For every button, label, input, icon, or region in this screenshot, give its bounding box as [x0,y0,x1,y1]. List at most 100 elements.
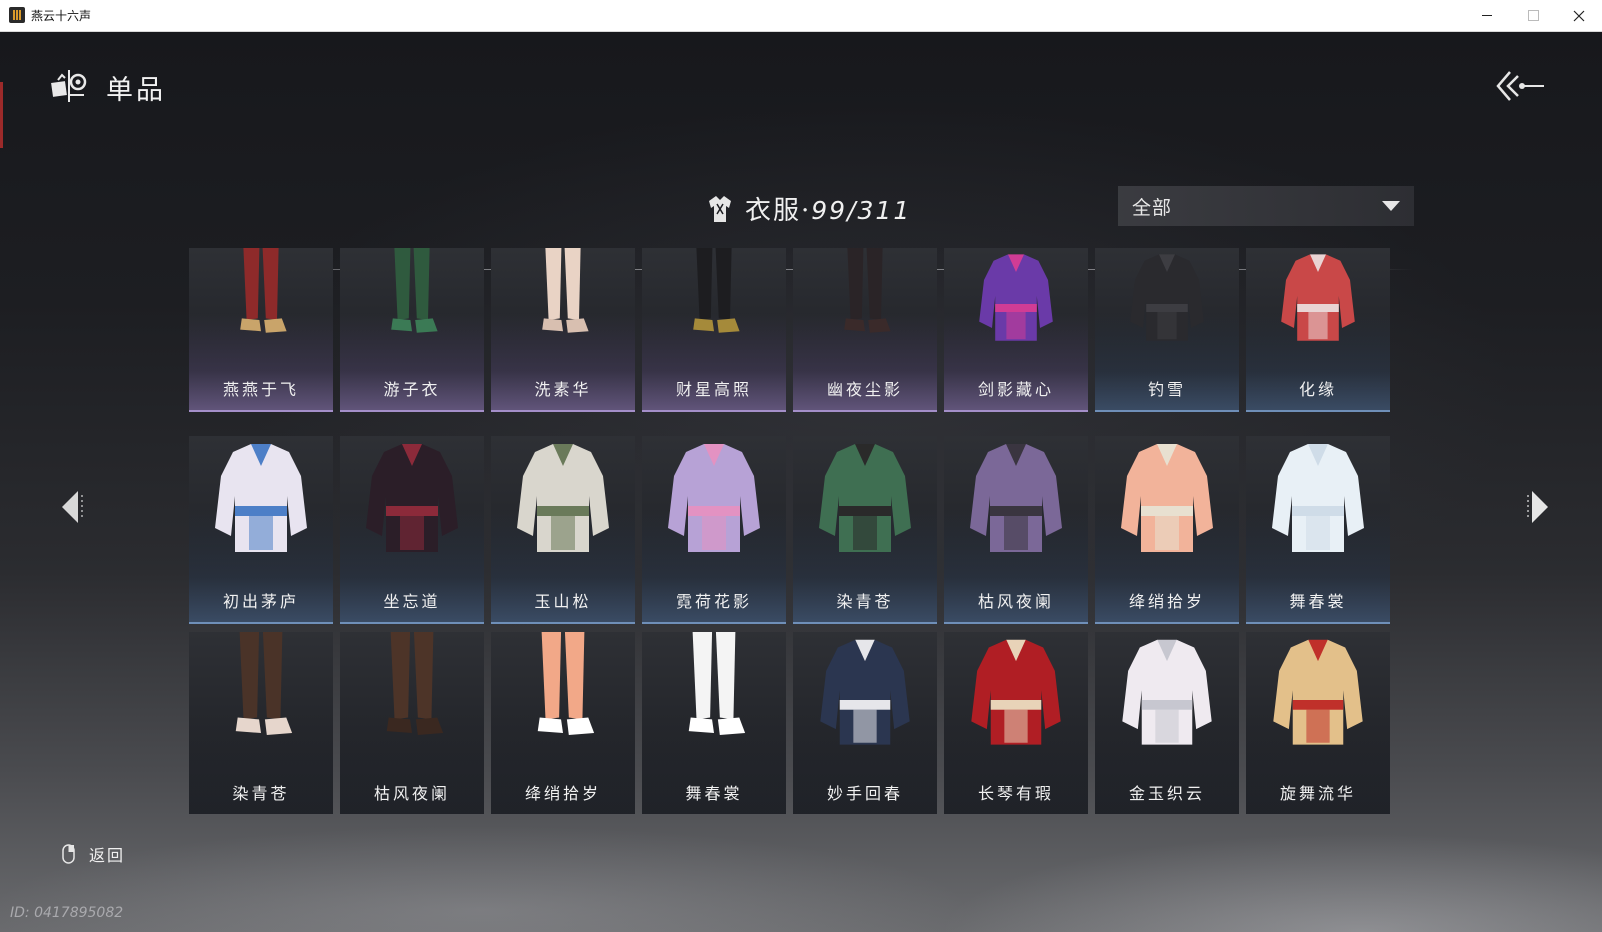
outfit-thumbnail-icon [971,639,1061,745]
outfit-name: 玉山松 [534,592,592,611]
maximize-icon [1527,10,1539,21]
outfit-name: 舞春裳 [1289,592,1347,611]
outfit-thumbnail-icon [386,632,444,735]
outfit-card[interactable]: 初出茅庐 [189,436,333,624]
outfit-thumbnail-icon [215,444,307,552]
outfit-card[interactable]: 舞春裳 [642,632,786,814]
outfit-card[interactable]: 玉山松 [491,436,635,624]
outfit-name: 绛绡拾岁 [1128,592,1205,611]
outfit-name: 染青苍 [232,784,290,803]
window-titlebar: 燕云十六声 [0,0,1602,32]
outfit-card[interactable]: 坐忘道 [340,436,484,624]
outfit-name: 枯风夜阑 [977,592,1054,611]
outfit-thumbnail-icon [1122,639,1212,745]
close-button[interactable] [1556,0,1602,31]
outfit-thumbnail-icon [668,444,760,552]
outfit-thumbnail-icon [542,248,589,333]
outfit-name: 旋舞流华 [1279,784,1356,803]
outfit-name: 霓荷花影 [675,592,752,611]
outfit-thumbnail-icon [970,444,1062,552]
outfit-card[interactable]: 金玉织云 [1095,632,1239,814]
outfit-thumbnail-icon [979,254,1053,341]
outfit-name: 染青苍 [836,592,894,611]
outfit-card[interactable]: 剑影藏心 [944,248,1088,412]
outfit-name: 绛绡拾岁 [524,784,601,803]
window-title: 燕云十六声 [31,9,92,23]
back-hint[interactable]: 返回 [62,842,125,866]
outfit-card[interactable]: 枯风夜阑 [944,436,1088,624]
outfit-thumbnail-icon [366,444,458,552]
category-name: 衣服 [745,196,802,226]
outfit-name: 幽夜尘影 [826,380,903,399]
outfit-name: 燕燕于飞 [222,380,299,399]
outfit-card[interactable]: 幽夜尘影 [793,248,937,412]
outfit-name: 财星高照 [675,380,752,399]
outfit-name: 坐忘道 [383,592,441,611]
outfit-card[interactable]: 枯风夜阑 [340,632,484,814]
app-icon [9,7,25,23]
outfit-card[interactable]: 旋舞流华 [1246,632,1390,814]
back-arrow-icon[interactable] [1496,68,1546,104]
left-accent-bar [0,82,3,148]
clothing-icon [709,196,731,222]
outfit-thumbnail-icon [844,248,891,333]
category-separator: · [801,196,812,226]
chevron-down-icon [1382,201,1400,211]
prev-page-arrow-icon[interactable] [58,487,84,527]
outfit-thumbnail-icon [1281,254,1355,341]
filter-selected: 全部 [1132,196,1173,219]
outfit-name: 化缘 [1298,380,1337,399]
outfit-card[interactable]: 妙手回春 [793,632,937,814]
outfit-card[interactable]: 染青苍 [793,436,937,624]
next-page-arrow-icon[interactable] [1526,487,1552,527]
outfit-card[interactable]: 化缘 [1246,248,1390,412]
outfit-thumbnail-icon [819,444,911,552]
item-grid: 燕燕于飞 游子衣 洗素华 财星高照 幽夜尘影 剑影藏心 钓雪 化缘初出茅庐 坐忘道 玉山松 霓荷花影… [189,248,1417,848]
close-icon [1573,10,1585,21]
outfit-card[interactable]: 霓荷花影 [642,436,786,624]
outfit-card[interactable]: 洗素华 [491,248,635,412]
outfit-card[interactable]: 绛绡拾岁 [1095,436,1239,624]
outfit-thumbnail-icon [235,632,293,735]
outfit-card[interactable]: 钓雪 [1095,248,1239,412]
wardrobe-icon [51,70,87,102]
outfit-thumbnail-icon [693,248,740,333]
category-header: 衣服·99/311 全部 [190,182,1414,238]
page-title: 单品 [106,75,166,106]
category-label: 衣服·99/311 [745,190,911,227]
outfit-card[interactable]: 游子衣 [340,248,484,412]
outfit-thumbnail-icon [1130,254,1204,341]
filter-dropdown[interactable]: 全部 [1118,186,1414,226]
outfit-name: 妙手回春 [826,784,903,803]
outfit-card[interactable]: 燕燕于飞 [189,248,333,412]
outfit-name: 剑影藏心 [977,380,1054,399]
outfit-thumbnail-icon [688,632,746,735]
back-label: 返回 [89,846,126,865]
outfit-card[interactable]: 染青苍 [189,632,333,814]
outfit-thumbnail-icon [240,248,287,333]
outfit-name: 金玉织云 [1128,784,1205,803]
outfit-thumbnail-icon [517,444,609,552]
player-uid: ID: 0417895082 [10,905,124,921]
outfit-name: 钓雪 [1147,380,1186,399]
outfit-card[interactable]: 长琴有瑕 [944,632,1088,814]
minimize-icon [1482,15,1492,16]
outfit-name: 洗素华 [534,380,592,399]
outfit-thumbnail-icon [1273,639,1363,745]
outfit-name: 初出茅庐 [222,592,299,611]
outfit-thumbnail-icon [1121,444,1213,552]
outfit-thumbnail-icon [537,632,595,735]
category-count: 99/311 [811,196,912,225]
maximize-button[interactable] [1510,0,1556,31]
outfit-card[interactable]: 绛绡拾岁 [491,632,635,814]
outfit-thumbnail-icon [1272,444,1364,552]
outfit-card[interactable]: 财星高照 [642,248,786,412]
outfit-thumbnail-icon [391,248,438,333]
outfit-name: 游子衣 [383,380,441,399]
outfit-thumbnail-icon [820,639,910,745]
outfit-card[interactable]: 舞春裳 [1246,436,1390,624]
outfit-name: 长琴有瑕 [977,784,1054,803]
outfit-name: 舞春裳 [685,784,743,803]
minimize-button[interactable] [1464,0,1510,31]
game-viewport: 单品 衣服·99/311 全部 燕燕于飞 游子衣 洗素华 财星高照 幽夜尘影 剑影藏心 钓雪… [0,32,1602,932]
